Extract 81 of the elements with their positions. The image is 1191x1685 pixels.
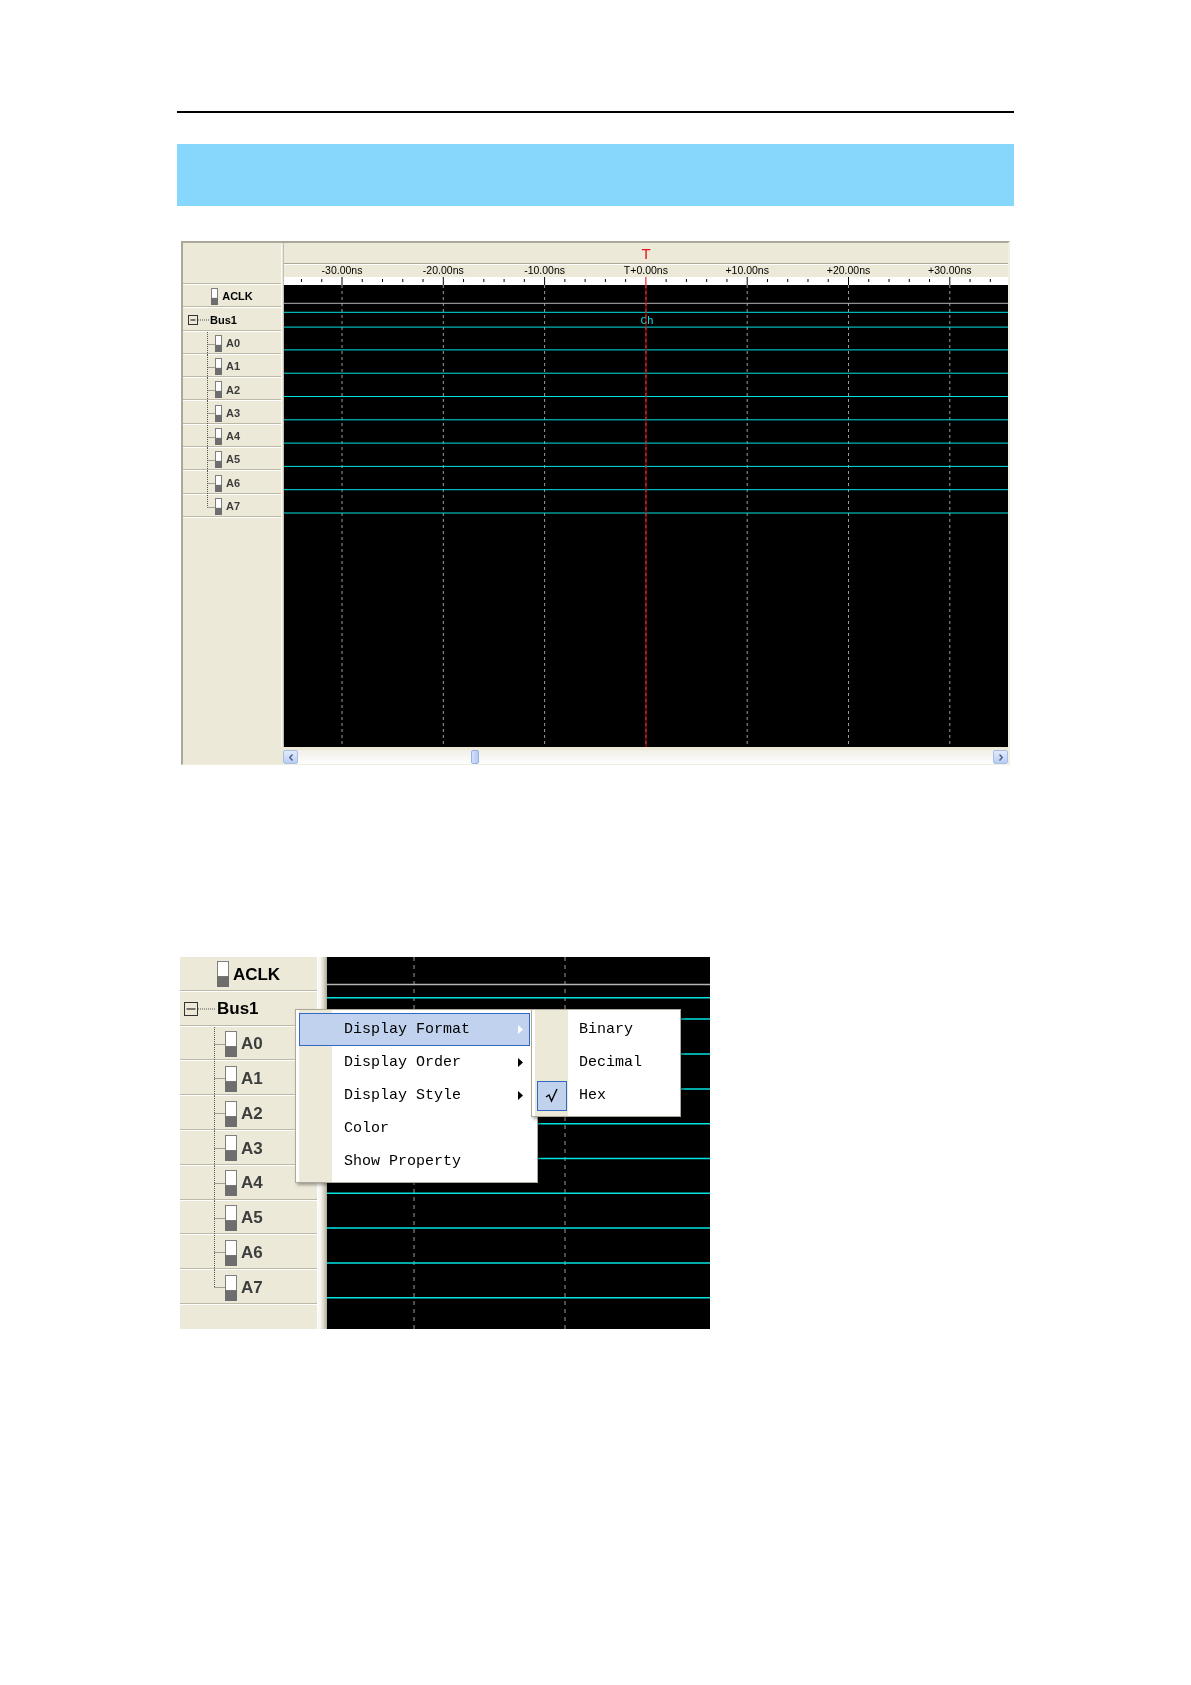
signal-label[interactable]: A5 [226, 453, 241, 467]
signal-icon [215, 427, 222, 445]
signal-icon [215, 381, 222, 399]
signal-label[interactable]: A5 [241, 1208, 263, 1228]
trigger-label: T [641, 245, 651, 262]
minus-box-icon[interactable] [184, 1002, 198, 1017]
signal-label[interactable]: A2 [226, 383, 241, 397]
signal-icon [215, 358, 222, 376]
menu-item[interactable]: Color [299, 1112, 530, 1145]
submenu-arrow-icon [518, 1091, 523, 1100]
time-label: -10.00ns [524, 264, 566, 276]
signal-label[interactable]: A1 [241, 1069, 263, 1089]
signal-label[interactable]: A4 [226, 430, 241, 443]
menu-item[interactable]: Show Property [299, 1145, 530, 1178]
time-label: +20.00ns [826, 264, 871, 276]
signal-icon [225, 1239, 237, 1266]
tree-line-icon [213, 1096, 225, 1131]
time-label: -30.00ns [321, 264, 363, 276]
tree-line-icon [213, 1061, 225, 1097]
signal-icon [215, 334, 222, 352]
signal-icon [225, 1274, 237, 1301]
time-label: +30.00ns [928, 264, 972, 276]
signal-label[interactable]: A6 [226, 476, 241, 490]
signal-icon [225, 1065, 237, 1092]
menu-item[interactable]: Display Order [299, 1046, 530, 1079]
tree-line-icon [213, 1131, 225, 1166]
signal-icon [215, 404, 222, 422]
tree-line-icon [213, 1026, 225, 1062]
signal-icon [225, 1170, 237, 1197]
signal-label[interactable]: A0 [241, 1034, 263, 1054]
signal-icon [225, 1204, 237, 1231]
tree-line-icon [206, 448, 215, 472]
signal-label[interactable]: ACLK [232, 964, 281, 985]
scroll-left-button[interactable] [283, 750, 298, 764]
signal-label[interactable]: Bus1 [217, 999, 259, 1019]
signal-label[interactable]: A6 [241, 1243, 263, 1263]
scroll-right-button[interactable] [993, 750, 1008, 764]
tree-line-icon [206, 401, 215, 425]
menu-item[interactable]: Binary [535, 1013, 677, 1046]
tree-line-icon [206, 378, 215, 402]
tree-line-icon [206, 424, 215, 449]
time-label: +10.00ns [725, 264, 769, 276]
signal-icon [216, 961, 229, 988]
signal-label[interactable]: A1 [226, 360, 241, 373]
submenu-arrow-icon [518, 1058, 523, 1067]
tree-line-icon [198, 1008, 216, 1011]
tree-line-icon [198, 318, 209, 321]
menu-item[interactable]: Hex [535, 1079, 677, 1112]
signal-label[interactable]: Bus1 [210, 313, 237, 327]
signal-label[interactable]: A2 [241, 1103, 263, 1124]
menu-item[interactable]: Decimal [535, 1046, 677, 1079]
tree-line-icon [213, 1200, 225, 1236]
signal-icon [211, 288, 219, 306]
menu-item[interactable]: Display Style [299, 1079, 530, 1112]
menu-item[interactable]: Display Format [299, 1013, 530, 1046]
horizontal-scrollbar[interactable] [283, 750, 1008, 764]
signal-label[interactable]: A3 [241, 1138, 263, 1159]
bus-value: Ch [640, 314, 654, 327]
time-label: T+0.00ns [623, 264, 668, 276]
signal-label[interactable]: A0 [226, 336, 241, 350]
signal-icon [225, 1135, 237, 1162]
signal-label[interactable]: A7 [226, 500, 241, 513]
chevron-right-icon [998, 753, 1003, 761]
signal-label[interactable]: A3 [226, 406, 241, 420]
signal-label[interactable]: A7 [241, 1277, 263, 1298]
signal-icon [215, 451, 222, 469]
time-label: -20.00ns [422, 264, 464, 276]
signal-icon [215, 474, 222, 492]
tree-line-icon [206, 354, 215, 379]
signal-label[interactable]: A4 [241, 1173, 263, 1193]
chevron-left-icon [288, 753, 293, 761]
scroll-thumb[interactable] [471, 750, 479, 764]
signal-icon [215, 497, 222, 515]
signal-icon [225, 1031, 237, 1057]
check-icon [537, 1080, 567, 1111]
signal-label[interactable]: ACLK [222, 290, 253, 303]
minus-box-icon[interactable] [188, 314, 198, 325]
submenu-arrow-icon [518, 1025, 523, 1034]
tree-line-icon [206, 331, 215, 355]
signal-icon [225, 1100, 237, 1127]
tree-line-icon [213, 1165, 225, 1201]
